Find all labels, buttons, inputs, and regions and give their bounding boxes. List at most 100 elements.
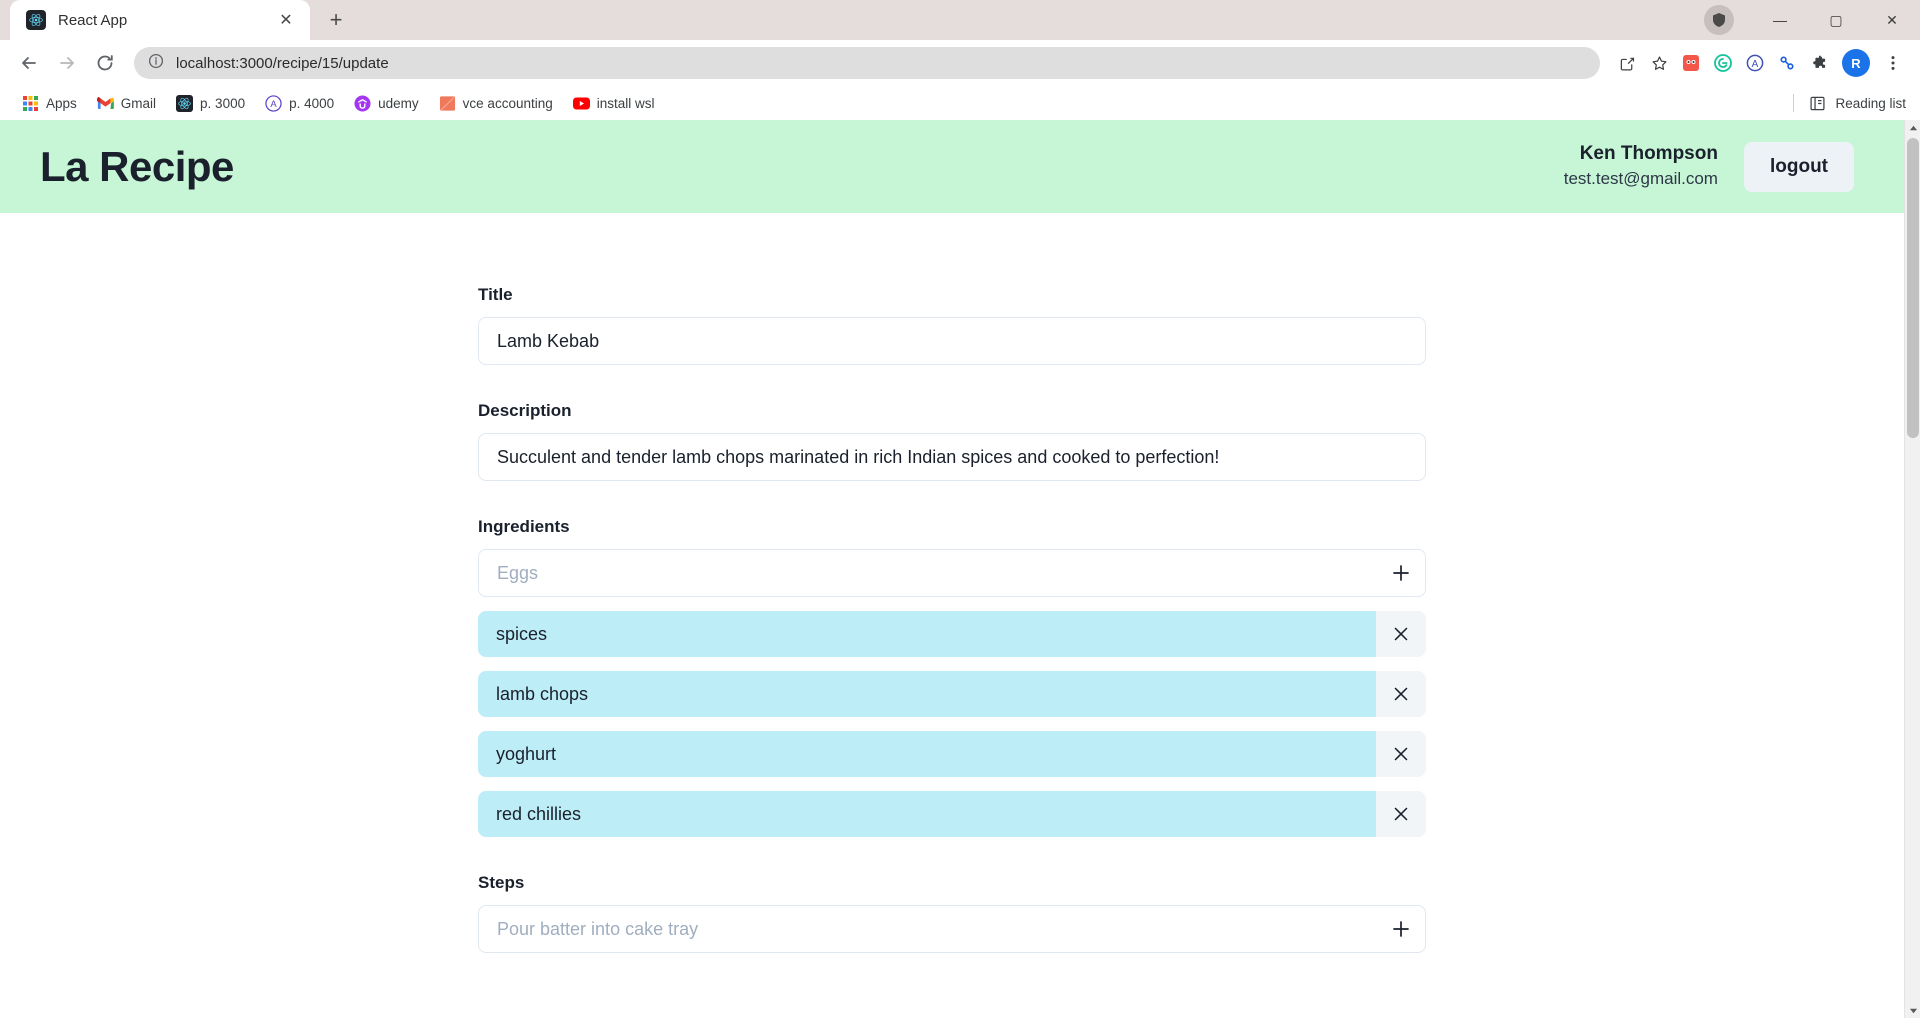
bookmark-apps[interactable]: Apps [14, 91, 85, 116]
user-email: test.test@gmail.com [1563, 168, 1718, 188]
logout-button[interactable]: logout [1743, 141, 1854, 192]
bookmark-install-wsl[interactable]: install wsl [565, 91, 663, 116]
app-header: La Recipe Ken Thompson test.test@gmail.c… [0, 120, 1904, 213]
bookmarks-divider [1793, 94, 1795, 112]
remove-ingredient-button[interactable] [1376, 671, 1426, 717]
star-icon[interactable] [1644, 48, 1674, 78]
maximize-window-button[interactable]: ▢ [1808, 0, 1864, 40]
header-user-area: Ken Thompson test.test@gmail.com logout [1563, 141, 1854, 192]
bookmark-vce-accounting[interactable]: vce accounting [431, 91, 561, 116]
description-input[interactable] [478, 433, 1426, 481]
scroll-up-icon[interactable] [1905, 120, 1920, 136]
svg-text:A: A [1752, 59, 1759, 70]
angular-a-icon: A [265, 94, 282, 112]
ingredients-label: Ingredients [478, 517, 570, 536]
bookmark-label: Gmail [120, 95, 157, 111]
bookmark-p4000[interactable]: A p. 4000 [257, 91, 342, 116]
page-viewport: La Recipe Ken Thompson test.test@gmail.c… [0, 120, 1920, 1018]
remove-ingredient-button[interactable] [1376, 611, 1426, 657]
web-page: La Recipe Ken Thompson test.test@gmail.c… [0, 120, 1904, 1018]
bookmark-label: install wsl [596, 95, 655, 111]
udemy-icon [354, 94, 371, 112]
title-input[interactable] [478, 317, 1426, 365]
honey-extension-icon[interactable] [1676, 48, 1706, 78]
ingredient-name: spices [478, 611, 1376, 657]
share-icon[interactable] [1612, 48, 1642, 78]
ingredient-name: lamb chops [478, 671, 1376, 717]
adblock-extension-icon[interactable]: A [1740, 48, 1770, 78]
bookmark-label: udemy [378, 95, 419, 111]
bookmark-p3000[interactable]: p. 3000 [168, 91, 253, 116]
close-window-button[interactable]: ✕ [1864, 0, 1920, 40]
profile-avatar[interactable]: R [1842, 49, 1870, 77]
bookmark-gmail[interactable]: Gmail [89, 91, 164, 116]
url-text: localhost:3000/recipe/15/update [176, 54, 389, 72]
steps-label: Steps [478, 873, 525, 892]
kebab-menu-icon[interactable] [1878, 48, 1908, 78]
ingredient-item: lamb chops [478, 671, 1426, 717]
remove-ingredient-button[interactable] [1376, 731, 1426, 777]
ingredient-item: red chillies [478, 791, 1426, 837]
add-ingredient-button[interactable] [1376, 549, 1426, 597]
add-step-button[interactable] [1376, 905, 1426, 953]
title-label: Title [478, 285, 513, 304]
ingredient-name: red chillies [478, 791, 1376, 837]
ingredient-add-row [478, 549, 1426, 597]
react-logo-icon [176, 94, 194, 112]
ingredient-list: spices lamb chops yoghurt red chillies [478, 611, 1426, 837]
orange-square-icon [439, 95, 455, 111]
recipe-update-form: Title Description Ingredients [478, 285, 1426, 953]
bookmark-label: p. 4000 [289, 95, 335, 111]
ingredient-input[interactable] [478, 549, 1376, 597]
scroll-down-icon[interactable] [1905, 1002, 1920, 1018]
minimize-window-button[interactable]: — [1752, 0, 1808, 40]
bookmark-label: p. 3000 [200, 95, 246, 111]
reading-list-label: Reading list [1835, 95, 1906, 111]
new-tab-button[interactable]: + [322, 6, 350, 34]
step-input[interactable] [478, 905, 1376, 953]
forward-icon[interactable] [50, 46, 84, 80]
ingredient-name: yoghurt [478, 731, 1376, 777]
close-tab-icon[interactable]: ✕ [272, 6, 300, 34]
step-add-row [478, 905, 1426, 953]
browser-titlebar: React App ✕ + — ▢ ✕ [0, 0, 1920, 40]
window-controls: — ▢ ✕ [1704, 0, 1920, 40]
grammarly-extension-icon[interactable] [1708, 48, 1738, 78]
user-name: Ken Thompson [1579, 143, 1718, 165]
omnibox-action-icons: A R [1612, 48, 1908, 78]
site-info-icon[interactable] [148, 53, 164, 74]
update-shield-icon[interactable] [1704, 5, 1734, 35]
reload-icon[interactable] [88, 46, 122, 80]
back-icon[interactable] [12, 46, 46, 80]
ingredient-item: spices [478, 611, 1426, 657]
bookmarks-bar: Apps Gmail p. 3000 A p. 4000 udemy vce a… [0, 86, 1920, 120]
address-bar[interactable]: localhost:3000/recipe/15/update [134, 47, 1600, 79]
title-field-group: Title [478, 285, 1426, 365]
bookmark-label: Apps [46, 95, 77, 111]
reading-list-button[interactable]: Reading list [1793, 94, 1906, 112]
apps-grid-icon [23, 95, 38, 111]
app-brand-title: La Recipe [40, 142, 234, 190]
ingredients-field-group: Ingredients spices [478, 517, 1426, 837]
gmail-icon [96, 96, 114, 109]
scrollbar-thumb[interactable] [1907, 138, 1919, 438]
description-label: Description [478, 401, 572, 420]
bookmark-udemy[interactable]: udemy [346, 91, 427, 116]
steps-field-group: Steps [478, 873, 1426, 953]
browser-navbar: localhost:3000/recipe/15/update A R [0, 40, 1920, 86]
remove-ingredient-button[interactable] [1376, 791, 1426, 837]
puzzle-extensions-icon[interactable] [1804, 48, 1834, 78]
reading-list-icon [1810, 96, 1825, 110]
ingredient-item: yoghurt [478, 731, 1426, 777]
youtube-icon [572, 97, 590, 109]
bookmark-label: vce accounting [462, 95, 553, 111]
browser-tab[interactable]: React App ✕ [10, 0, 310, 40]
page-scrollbar[interactable] [1904, 120, 1920, 1018]
svg-text:A: A [270, 98, 277, 109]
description-field-group: Description [478, 401, 1426, 481]
recipe-form-wrapper: Title Description Ingredients [0, 213, 1904, 953]
bitwarden-extension-icon[interactable] [1772, 48, 1802, 78]
